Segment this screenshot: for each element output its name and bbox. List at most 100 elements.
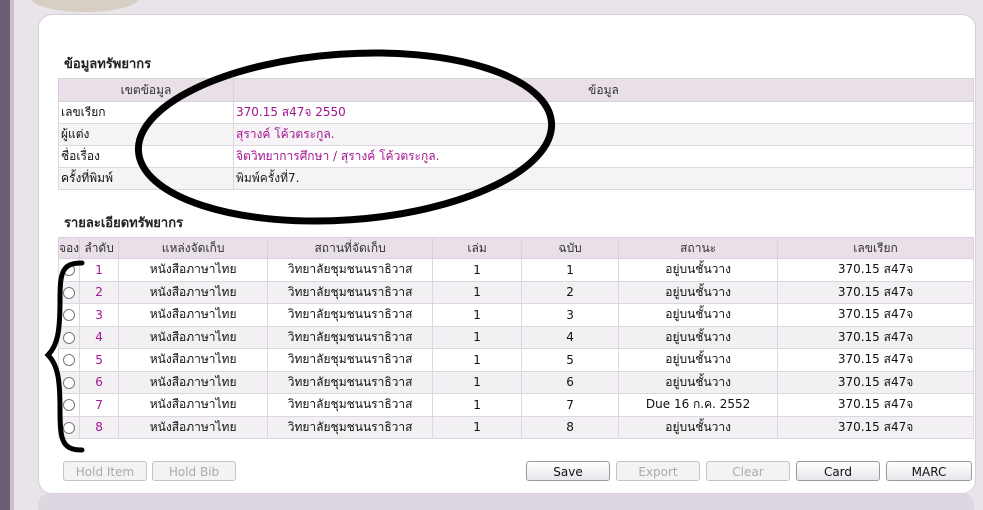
info-row-title: ชื่อเรื่อง จิตวิทยาการศึกษา / สุรางค์ โค… — [58, 145, 974, 168]
volume-cell: 1 — [432, 258, 523, 282]
reserve-radio[interactable] — [63, 421, 76, 434]
volume-cell: 1 — [432, 415, 523, 439]
call-number-cell: 370.15 ส47จ — [777, 348, 974, 372]
location-cell: วิทยาลัยชุมชนนราธิวาส — [267, 348, 434, 372]
items-table: จอง ลำดับ แหล่งจัดเก็บ สถานที่จัดเก็บ เล… — [57, 237, 974, 439]
copy-cell: 2 — [521, 280, 620, 304]
seq-link[interactable]: 2 — [79, 280, 120, 304]
author-link[interactable]: สุรางค์ โค้วตระกูล. — [233, 123, 974, 146]
table-row: 8 หนังสือภาษาไทย วิทยาลัยชุมชนนราธิวาส 1… — [57, 415, 974, 439]
marc-button[interactable]: MARC — [886, 461, 972, 481]
export-button[interactable]: Export — [616, 461, 700, 481]
reserve-cell — [57, 280, 81, 304]
reserve-cell — [57, 348, 81, 372]
collection-cell: หนังสือภาษาไทย — [118, 348, 269, 372]
col-status: สถานะ — [618, 237, 779, 259]
status-cell: อยู่บนชั้นวาง — [618, 325, 779, 349]
reserve-cell — [57, 415, 81, 439]
info-row-edition: ครั้งที่พิมพ์ พิมพ์ครั้งที่7. — [58, 167, 974, 190]
status-cell: อยู่บนชั้นวาง — [618, 280, 779, 304]
reserve-radio[interactable] — [63, 376, 76, 389]
copy-cell: 6 — [521, 370, 620, 394]
status-cell: อยู่บนชั้นวาง — [618, 370, 779, 394]
location-cell: วิทยาลัยชุมชนนราธิวาส — [267, 415, 434, 439]
seq-link[interactable]: 6 — [79, 370, 120, 394]
reserve-cell — [57, 258, 81, 282]
info-row-call-number: เลขเรียก 370.15 ส47จ 2550 — [58, 101, 974, 124]
call-number-cell: 370.15 ส47จ — [777, 303, 974, 327]
status-cell: อยู่บนชั้นวาง — [618, 348, 779, 372]
reserve-radio[interactable] — [63, 286, 76, 299]
reserve-radio[interactable] — [63, 331, 76, 344]
location-cell: วิทยาลัยชุมชนนราธิวาส — [267, 303, 434, 327]
collection-cell: หนังสือภาษาไทย — [118, 370, 269, 394]
seq-link[interactable]: 8 — [79, 415, 120, 439]
status-cell: Due 16 ก.ค. 2552 — [618, 393, 779, 417]
collection-cell: หนังสือภาษาไทย — [118, 280, 269, 304]
col-copy: ฉบับ — [521, 237, 620, 259]
table-row: 4 หนังสือภาษาไทย วิทยาลัยชุมชนนราธิวาส 1… — [57, 325, 974, 349]
seq-link[interactable]: 3 — [79, 303, 120, 327]
seq-link[interactable]: 5 — [79, 348, 120, 372]
call-number-cell: 370.15 ส47จ — [777, 325, 974, 349]
seq-link[interactable]: 7 — [79, 393, 120, 417]
info-label: ผู้แต่ง — [58, 123, 234, 146]
collection-cell: หนังสือภาษาไทย — [118, 303, 269, 327]
card-button[interactable]: Card — [796, 461, 880, 481]
status-cell: อยู่บนชั้นวาง — [618, 303, 779, 327]
location-cell: วิทยาลัยชุมชนนราธิวาส — [267, 280, 434, 304]
edition-value: พิมพ์ครั้งที่7. — [233, 167, 974, 190]
window-left-edge — [10, 0, 14, 510]
col-volume: เล่ม — [432, 237, 523, 259]
volume-cell: 1 — [432, 393, 523, 417]
location-cell: วิทยาลัยชุมชนนราธิวาส — [267, 258, 434, 282]
table-row: 2 หนังสือภาษาไทย วิทยาลัยชุมชนนราธิวาส 1… — [57, 280, 974, 304]
copy-cell: 3 — [521, 303, 620, 327]
volume-cell: 1 — [432, 325, 523, 349]
call-number-link[interactable]: 370.15 ส47จ 2550 — [233, 101, 974, 124]
col-location: สถานที่จัดเก็บ — [267, 237, 434, 259]
info-label: เลขเรียก — [58, 101, 234, 124]
reserve-radio[interactable] — [63, 354, 76, 367]
info-row-author: ผู้แต่ง สุรางค์ โค้วตระกูล. — [58, 123, 974, 146]
col-call-number: เลขเรียก — [777, 237, 974, 259]
reserve-radio[interactable] — [63, 399, 76, 412]
location-cell: วิทยาลัยชุมชนนราธิวาส — [267, 370, 434, 394]
field-column-header: เขตข้อมูล — [58, 78, 234, 102]
info-label: ชื่อเรื่อง — [58, 145, 234, 168]
reserve-cell — [57, 303, 81, 327]
col-seq: ลำดับ — [79, 237, 120, 259]
reserve-radio[interactable] — [63, 264, 76, 277]
table-row: 6 หนังสือภาษาไทย วิทยาลัยชุมชนนราธิวาส 1… — [57, 370, 974, 394]
copy-cell: 7 — [521, 393, 620, 417]
value-column-header: ข้อมูล — [233, 78, 974, 102]
call-number-cell: 370.15 ส47จ — [777, 280, 974, 304]
reserve-radio[interactable] — [63, 309, 76, 322]
items-header-row: จอง ลำดับ แหล่งจัดเก็บ สถานที่จัดเก็บ เล… — [57, 237, 974, 259]
call-number-cell: 370.15 ส47จ — [777, 415, 974, 439]
reserve-cell — [57, 370, 81, 394]
call-number-cell: 370.15 ส47จ — [777, 393, 974, 417]
window-left-border — [0, 0, 10, 510]
location-cell: วิทยาลัยชุมชนนราธิวาส — [267, 393, 434, 417]
clear-button[interactable]: Clear — [706, 461, 790, 481]
table-row: 7 หนังสือภาษาไทย วิทยาลัยชุมชนนราธิวาส 1… — [57, 393, 974, 417]
col-collection: แหล่งจัดเก็บ — [118, 237, 269, 259]
resource-info-table: เขตข้อมูล ข้อมูล เลขเรียก 370.15 ส47จ 25… — [58, 78, 974, 190]
copy-cell: 5 — [521, 348, 620, 372]
seq-link[interactable]: 4 — [79, 325, 120, 349]
save-button[interactable]: Save — [526, 461, 610, 481]
collection-cell: หนังสือภาษาไทย — [118, 325, 269, 349]
reserve-cell — [57, 393, 81, 417]
table-row: 3 หนังสือภาษาไทย วิทยาลัยชุมชนนราธิวาส 1… — [57, 303, 974, 327]
seq-link[interactable]: 1 — [79, 258, 120, 282]
hold-item-button[interactable]: Hold Item — [63, 461, 147, 481]
title-link[interactable]: จิตวิทยาการศึกษา / สุรางค์ โค้วตระกูล. — [233, 145, 974, 168]
col-reserve: จอง — [57, 237, 81, 259]
copy-cell: 8 — [521, 415, 620, 439]
copy-cell: 4 — [521, 325, 620, 349]
resource-info-title: ข้อมูลทรัพยากร — [64, 57, 152, 72]
hold-bib-button[interactable]: Hold Bib — [152, 461, 236, 481]
resource-info-header-row: เขตข้อมูล ข้อมูล — [58, 78, 974, 102]
info-label: ครั้งที่พิมพ์ — [58, 167, 234, 190]
